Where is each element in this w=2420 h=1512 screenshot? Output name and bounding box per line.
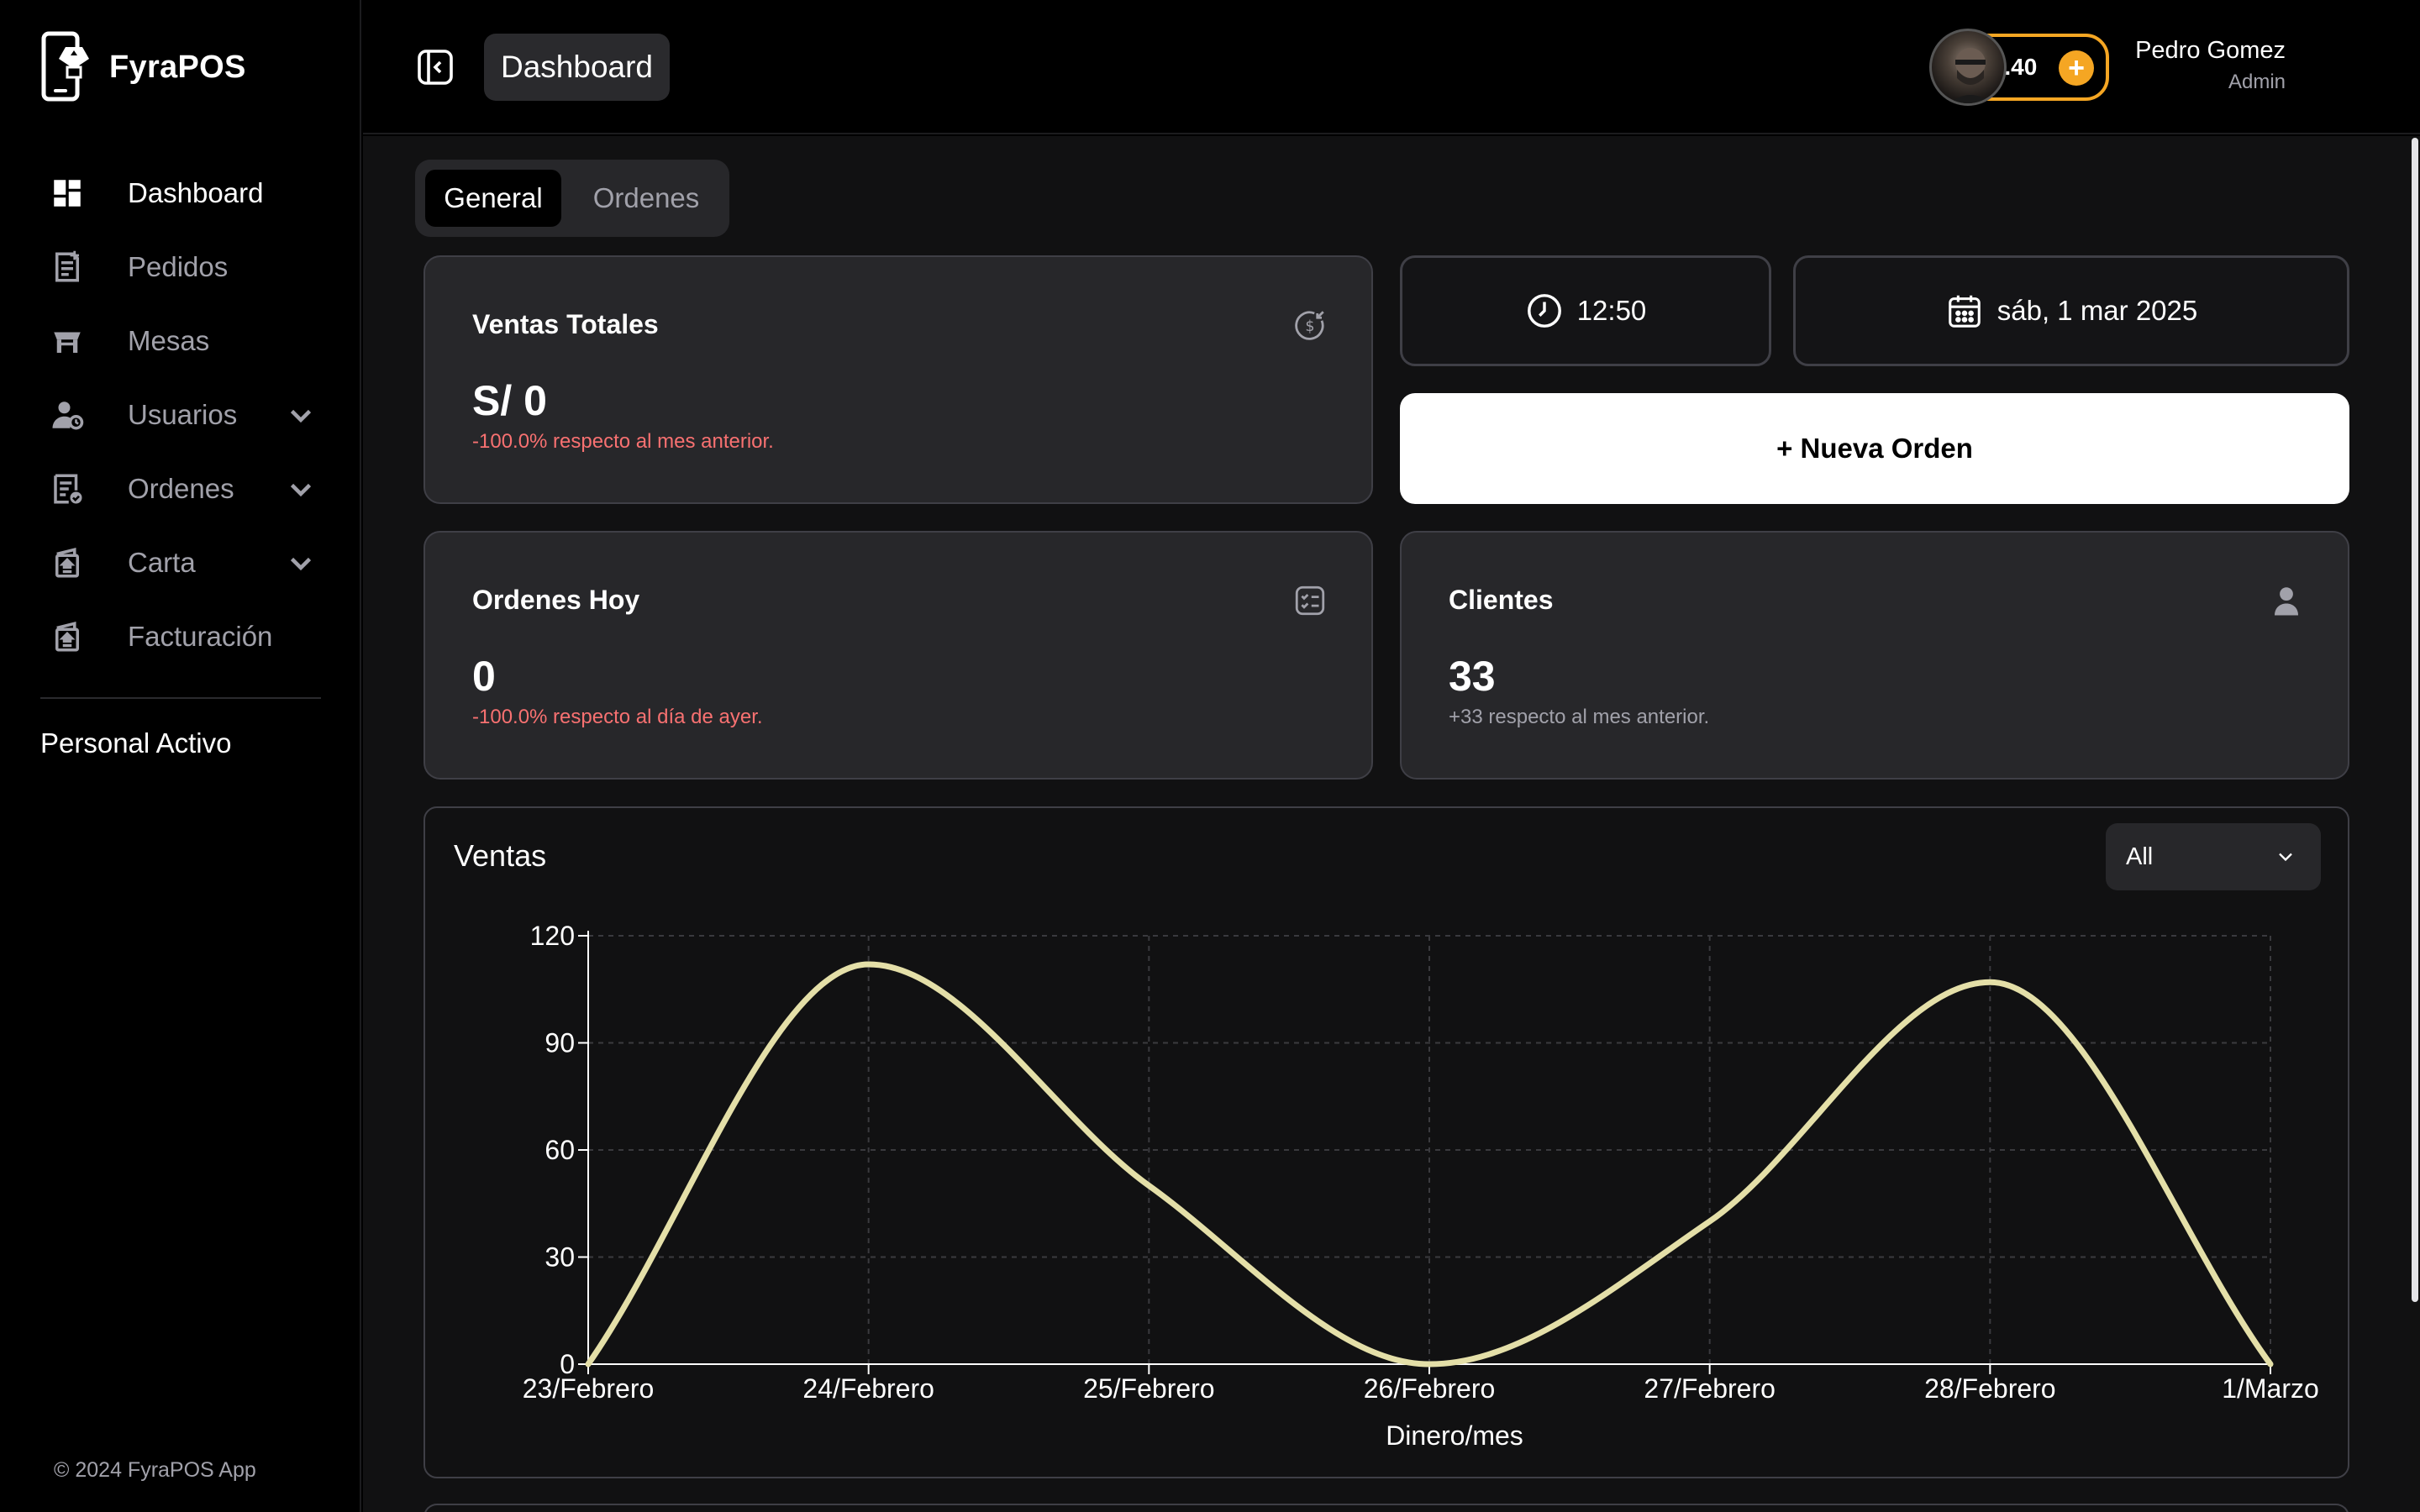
ventas-chart-card: 0 30 60 90 120 23/Febrero 24/Febrero 25/Febrero… <box>424 806 2349 1478</box>
sidebar-item-label: Facturación <box>128 621 273 652</box>
y-tick-label: 60 <box>544 1135 575 1165</box>
select-value: All <box>2126 843 2154 870</box>
sidebar-item-mesas[interactable]: Mesas <box>0 304 361 378</box>
data-point <box>586 1362 591 1367</box>
data-point <box>1987 979 1993 985</box>
date-display: sáb, 1 mar 2025 <box>1793 255 2349 366</box>
sidebar: FyraPOS Dashboard Pedidos Mesas Usuarios <box>0 0 361 1512</box>
card-value: 0 <box>472 653 496 700</box>
dashboard-icon <box>49 175 86 212</box>
ventas-totales-card: Ventas Totales $ S/ 0 -100.0% respecto a… <box>424 255 1373 504</box>
sidebar-toggle-icon[interactable] <box>415 47 455 87</box>
chevron-down-icon[interactable] <box>286 474 316 504</box>
sidebar-item-dashboard[interactable]: Dashboard <box>0 156 361 230</box>
x-tick-label: 25/Febrero <box>1083 1373 1215 1404</box>
data-point <box>2268 1362 2273 1367</box>
brand-name: FyraPOS <box>109 49 246 85</box>
x-tick-label: 28/Febrero <box>1924 1373 2056 1404</box>
users-icon <box>49 396 86 433</box>
invoice-icon <box>49 618 86 655</box>
x-tick-label: 26/Febrero <box>1364 1373 1496 1404</box>
copyright: © 2024 FyraPOS App <box>54 1458 256 1482</box>
sidebar-item-facturacion[interactable]: Facturación <box>0 600 361 674</box>
sales-line-chart: 030609012023/Febrero 24/Febrero 25/Febrero… <box>523 921 2319 1451</box>
svg-text:$: $ <box>1305 318 1314 335</box>
clientes-card: Clientes 33 +33 respecto al mes anterior… <box>1400 531 2349 780</box>
sidebar-item-label: Mesas <box>128 325 210 356</box>
sidebar-item-ordenes[interactable]: Ordenes <box>0 452 361 526</box>
sidebar-item-label: Carta <box>128 547 196 578</box>
user-icon <box>2275 587 2298 616</box>
data-point <box>1707 1219 1712 1224</box>
chart-title: Ventas <box>454 838 547 873</box>
sidebar-nav: Dashboard Pedidos Mesas Usuarios Ordenes… <box>0 156 361 674</box>
chevron-down-icon <box>2279 853 2292 862</box>
user-role: Admin <box>2228 71 2286 93</box>
data-point <box>865 962 871 967</box>
card-trend: -100.0% respecto al día de ayer. <box>472 706 763 728</box>
tab-bar: General Ordenes <box>415 160 729 237</box>
user-name: Pedro Gomez <box>2135 37 2286 64</box>
data-point <box>1427 1362 1432 1367</box>
period-filter-select[interactable]: All <box>2106 823 2321 890</box>
calendar-icon <box>1948 295 1981 328</box>
card-title: Ventas Totales <box>472 309 659 339</box>
card-trend: -100.0% respecto al mes anterior. <box>472 430 774 453</box>
page-title: Dashboard <box>484 34 671 101</box>
order-check-icon <box>49 470 86 507</box>
money-icon: $ <box>1295 311 1324 340</box>
clock-icon <box>1527 294 1561 328</box>
tab-ordenes[interactable]: Ordenes <box>575 170 718 227</box>
brand[interactable]: FyraPOS <box>40 30 246 104</box>
scrollbar-thumb[interactable] <box>2412 138 2418 1302</box>
menu-book-icon <box>49 544 86 581</box>
y-tick-label: 30 <box>544 1242 575 1273</box>
x-tick-label: 27/Febrero <box>1644 1373 1776 1404</box>
sidebar-item-usuarios[interactable]: Usuarios <box>0 378 361 452</box>
add-balance-button[interactable]: + <box>2059 50 2094 86</box>
tab-general[interactable]: General <box>425 170 561 227</box>
y-tick-label: 120 <box>530 921 575 951</box>
avatar[interactable] <box>1929 29 2007 106</box>
chevron-down-icon[interactable] <box>286 548 316 578</box>
x-tick-label: 24/Febrero <box>802 1373 934 1404</box>
sidebar-item-label: Ordenes <box>128 473 234 504</box>
orders-list-icon <box>49 249 86 286</box>
card-value: S/ 0 <box>472 377 547 424</box>
time-display: 12:50 <box>1400 255 1771 366</box>
ordenes-hoy-card: Ordenes Hoy 0 -100.0% respecto al día de… <box>424 531 1373 780</box>
table-icon <box>49 323 86 360</box>
sidebar-item-label: Usuarios <box>128 399 238 430</box>
sidebar-item-carta[interactable]: Carta <box>0 526 361 600</box>
x-tick-label: 23/Febrero <box>523 1373 655 1404</box>
chevron-down-icon[interactable] <box>286 400 316 430</box>
checklist-icon <box>1295 585 1325 616</box>
sidebar-item-pedidos[interactable]: Pedidos <box>0 230 361 304</box>
card-trend: +33 respecto al mes anterior. <box>1449 706 1710 728</box>
next-card-edge <box>424 1504 2349 1512</box>
personal-activo-heading: Personal Activo <box>40 727 232 759</box>
time-value: 12:50 <box>1576 295 1647 326</box>
card-title: Ordenes Hoy <box>472 585 640 615</box>
x-axis-label: Dinero/mes <box>1386 1420 1523 1451</box>
card-value: 33 <box>1449 653 1496 700</box>
top-bar: Dashboard S/ 12.40 + Pedro Gomez Admin <box>363 0 2420 134</box>
sidebar-divider <box>40 697 321 699</box>
y-tick-label: 90 <box>544 1028 575 1058</box>
sidebar-item-label: Pedidos <box>128 251 229 282</box>
sidebar-item-label: Dashboard <box>128 177 264 208</box>
new-order-button[interactable]: + Nueva Orden <box>1400 393 2349 504</box>
x-tick-label: 1/Marzo <box>2222 1373 2319 1404</box>
date-value: sáb, 1 mar 2025 <box>1996 295 2198 326</box>
card-title: Clientes <box>1449 585 1554 615</box>
data-point <box>1146 1183 1152 1189</box>
phone-logo-icon <box>41 31 89 102</box>
series-line <box>585 961 2274 1368</box>
